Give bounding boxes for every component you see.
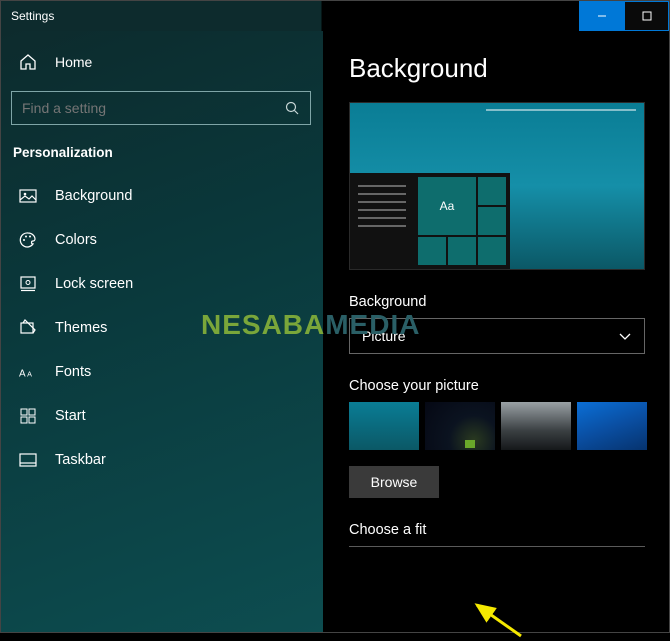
search-icon [285,101,300,116]
maximize-button[interactable] [624,1,669,31]
choose-fit-divider [349,546,645,547]
choose-picture-label: Choose your picture [349,378,669,394]
sidebar: Home Personalization Background Colors [1,31,323,632]
picture-icon [19,187,37,205]
content-pane: Background Aa Background Picture [323,31,669,632]
minimize-icon [597,11,607,21]
sidebar-item-label: Fonts [55,364,91,380]
titlebar: Settings [1,1,669,31]
svg-text:A: A [27,370,32,379]
home-icon [19,53,37,71]
picture-thumb-4[interactable] [577,402,647,450]
sidebar-item-colors[interactable]: Colors [1,218,323,262]
picture-thumb-2[interactable] [425,402,495,450]
sidebar-item-themes[interactable]: Themes [1,306,323,350]
start-icon [19,407,37,425]
sidebar-item-label: Lock screen [55,276,133,292]
browse-label: Browse [371,474,418,490]
background-preview: Aa [349,102,645,270]
picture-thumb-3[interactable] [501,402,571,450]
page-title: Background [349,53,669,84]
home-nav[interactable]: Home [1,41,323,83]
section-header: Personalization [1,139,323,174]
settings-window: Settings Home [0,0,670,633]
background-label: Background [349,294,669,310]
fonts-icon: AA [19,363,37,381]
preview-tile-sample: Aa [418,177,476,235]
window-body: Home Personalization Background Colors [1,31,669,632]
picture-thumbnails [349,402,669,450]
background-type-select[interactable]: Picture [349,318,645,354]
sidebar-item-lockscreen[interactable]: Lock screen [1,262,323,306]
search-box[interactable] [11,91,311,125]
sidebar-item-fonts[interactable]: AA Fonts [1,350,323,394]
sidebar-item-label: Themes [55,320,107,336]
chevron-down-icon [618,329,632,343]
choose-fit-label: Choose a fit [349,522,669,538]
sidebar-item-background[interactable]: Background [1,174,323,218]
lockscreen-icon [19,275,37,293]
minimize-button[interactable] [579,1,624,31]
taskbar-icon [19,451,37,469]
search-input[interactable] [22,100,272,116]
sidebar-item-label: Background [55,188,132,204]
home-label: Home [55,54,92,70]
select-value: Picture [362,328,406,344]
sidebar-item-label: Start [55,408,86,424]
preview-start-menu: Aa [350,173,510,269]
search-container [11,91,313,125]
window-title: Settings [1,9,54,23]
themes-icon [19,319,37,337]
maximize-icon [642,11,652,21]
sidebar-item-start[interactable]: Start [1,394,323,438]
browse-button[interactable]: Browse [349,466,439,498]
svg-text:A: A [19,369,26,380]
sidebar-item-label: Colors [55,232,97,248]
sidebar-item-taskbar[interactable]: Taskbar [1,438,323,482]
palette-icon [19,231,37,249]
picture-thumb-1[interactable] [349,402,419,450]
sidebar-item-label: Taskbar [55,452,106,468]
